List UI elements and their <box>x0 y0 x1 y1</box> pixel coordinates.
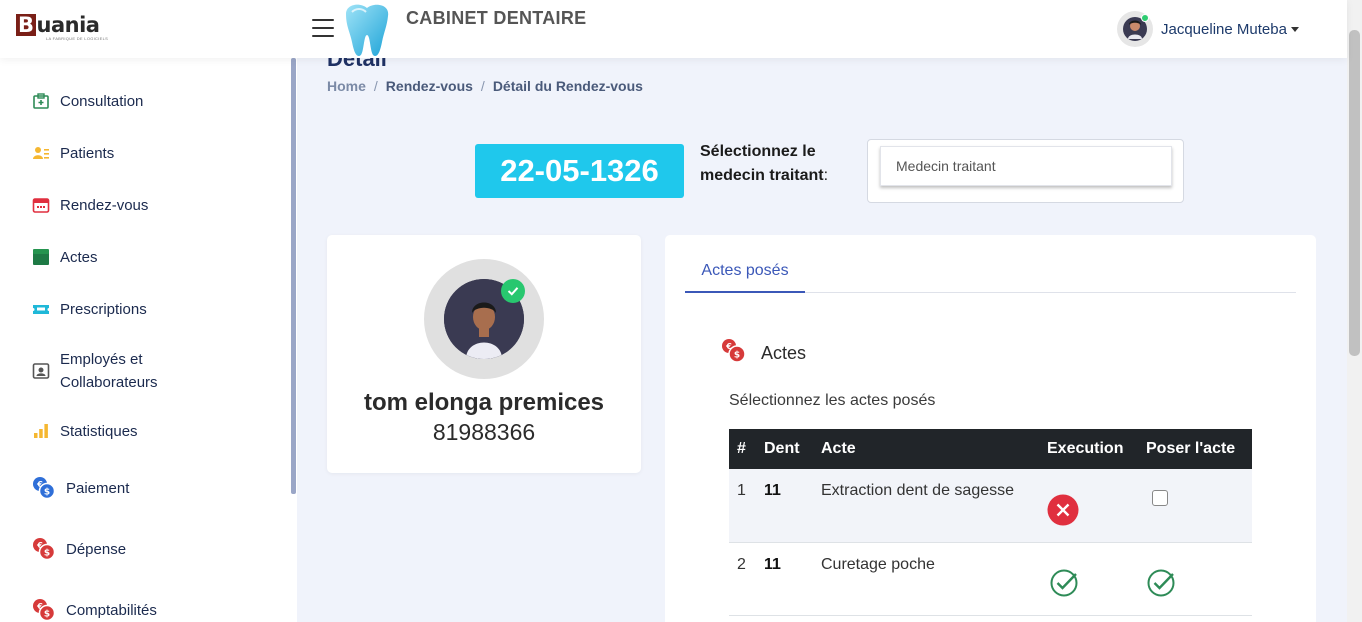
actes-section-title: Actes <box>761 343 807 363</box>
sidebar-item-label: Actes <box>60 248 98 266</box>
medecin-label: Sélectionnez le medecin traitant: <box>700 140 828 188</box>
tooth-logo-icon <box>346 4 389 56</box>
tabs: Actes posés <box>685 253 1296 293</box>
sidebar-item-label: Comptabilités <box>66 601 157 619</box>
logo-tagline: LA FABRIQUE DE LOGICIELS <box>46 36 109 41</box>
patient-name: tom elonga premices <box>363 389 605 416</box>
sidebar-item-label-line2: Collaborateurs <box>60 374 158 391</box>
coins-icon: € $ <box>32 476 56 500</box>
breadcrumb: Home / Rendez-vous / Détail du Rendez-vo… <box>327 78 643 94</box>
sidebar-item-label: Statistiques <box>60 422 138 440</box>
patient-card: tom elonga premices 81988366 <box>327 235 641 473</box>
row-poser <box>1138 542 1252 616</box>
page-scrollbar[interactable] <box>1347 0 1362 622</box>
breadcrumb-separator: / <box>480 78 485 94</box>
users-icon <box>32 144 50 162</box>
poser-acte-checkbox[interactable] <box>1152 490 1168 506</box>
executed-check-icon <box>1050 569 1078 596</box>
sidebar-item-patients[interactable]: Patients <box>32 144 114 162</box>
sidebar-item-label: Paiement <box>66 479 130 497</box>
poser-done-check-icon <box>1147 569 1175 596</box>
medecin-label-colon: : <box>823 167 829 184</box>
breadcrumb-current: Détail du Rendez-vous <box>492 78 643 94</box>
table-header-row: # Dent Acte Execution Poser l'acte <box>729 429 1252 469</box>
svg-text:$: $ <box>44 488 50 498</box>
coins-red-icon: €$ <box>722 339 746 363</box>
chevron-down-icon[interactable] <box>1290 26 1299 32</box>
coins-red-icon: €$ <box>32 598 56 622</box>
row-poser <box>1138 469 1252 543</box>
column-header-number: # <box>729 429 756 469</box>
stethoscope-icon <box>32 92 50 110</box>
sidebar-item-label-line1: Employés et <box>60 351 143 368</box>
sidebar-scrollbar[interactable] <box>291 58 296 494</box>
user-avatar[interactable] <box>1117 11 1153 47</box>
sidebar-item-label: Rendez-vous <box>60 196 149 214</box>
sidebar-item-label: Dépense <box>66 540 127 558</box>
breadcrumb-separator: / <box>373 78 378 94</box>
patient-number: 81988366 <box>432 419 536 445</box>
svg-text:$: $ <box>44 549 50 559</box>
logo[interactable]: Buania LA FABRIQUE DE LOGICIELS <box>16 14 108 41</box>
user-menu[interactable]: Jacqueline Muteba <box>1117 11 1299 47</box>
sidebar-item-label: Prescriptions <box>60 300 147 318</box>
column-header-acte: Acte <box>813 429 1039 469</box>
column-header-poser: Poser l'acte <box>1138 429 1252 469</box>
brand-title: CABINET DENTAIRE <box>406 8 587 28</box>
verified-icon <box>501 279 525 303</box>
sidebar-item-prescriptions[interactable]: Prescriptions <box>32 300 147 318</box>
sidebar-item-employes[interactable]: Employés et Collaborateurs <box>32 348 158 394</box>
sidebar-item-label: Consultation <box>60 92 144 110</box>
sidebar-item-actes[interactable]: Actes <box>32 248 98 266</box>
coins-red-icon: €$ <box>32 537 56 561</box>
bar-chart-icon <box>32 422 50 440</box>
medecin-select-container: Medecin traitant <box>867 139 1184 203</box>
sidebar-item-label: Patients <box>60 144 115 162</box>
online-status-icon <box>1141 14 1149 22</box>
row-execution <box>1039 542 1138 616</box>
row-acte: Curetage poche <box>813 542 1039 616</box>
calendar-icon <box>32 196 50 214</box>
column-header-dent: Dent <box>756 429 813 469</box>
table-row: 1 11 Extraction dent de sagesse <box>729 469 1252 543</box>
top-header: Buania LA FABRIQUE DE LOGICIELS CABINET … <box>0 0 1347 58</box>
sidebar-item-rendez-vous[interactable]: Rendez-vous <box>32 196 148 214</box>
not-executed-icon <box>1047 494 1079 526</box>
user-name[interactable]: Jacqueline Muteba <box>1161 21 1287 38</box>
svg-text:$: $ <box>44 610 50 620</box>
sidebar-item-depense[interactable]: € $ Dépense <box>32 537 126 561</box>
box-icon <box>32 248 50 266</box>
patient-avatar <box>424 259 544 379</box>
tab-actes-poses[interactable]: Actes posés <box>685 253 805 293</box>
row-acte: Extraction dent de sagesse <box>813 469 1039 543</box>
breadcrumb-home[interactable]: Home <box>327 78 366 94</box>
svg-text:$: $ <box>734 351 740 361</box>
row-execution <box>1039 469 1138 543</box>
sidebar: Consultation Patients Rendez-vous Actes … <box>0 58 297 622</box>
row-dent: 11 <box>756 469 813 543</box>
sidebar-item-statistiques[interactable]: Statistiques <box>32 422 138 440</box>
appointment-code-badge: 22-05-1326 <box>475 144 684 198</box>
logo-initial: B <box>16 13 36 37</box>
medecin-label-line1: Sélectionnez le <box>700 143 816 160</box>
actes-card: Actes posés € $ Actes Sélectionnez les ac… <box>665 235 1316 622</box>
sidebar-item-comptabilites[interactable]: € $ Comptabilités <box>32 598 157 622</box>
medecin-select[interactable]: Medecin traitant <box>880 146 1172 186</box>
actes-subtitle: Sélectionnez les actes posés <box>729 392 936 409</box>
menu-toggle-icon[interactable] <box>312 17 334 39</box>
medecin-label-line2: medecin traitant <box>700 167 824 184</box>
row-number: 1 <box>729 469 756 543</box>
ticket-icon <box>32 300 50 318</box>
breadcrumb-rendez-vous[interactable]: Rendez-vous <box>386 78 473 94</box>
actes-table: # Dent Acte Execution Poser l'acte 1 11 … <box>729 429 1252 616</box>
row-dent: 11 <box>756 542 813 616</box>
sidebar-item-consultation[interactable]: Consultation <box>32 92 143 110</box>
table-row: 2 11 Curetage poche <box>729 542 1252 616</box>
logo-text: uania <box>36 13 100 37</box>
sidebar-item-paiement[interactable]: € $ Paiement <box>32 476 129 500</box>
page-scrollbar-thumb[interactable] <box>1349 30 1360 356</box>
row-number: 2 <box>729 542 756 616</box>
column-header-execution: Execution <box>1039 429 1138 469</box>
id-card-icon <box>32 362 50 380</box>
